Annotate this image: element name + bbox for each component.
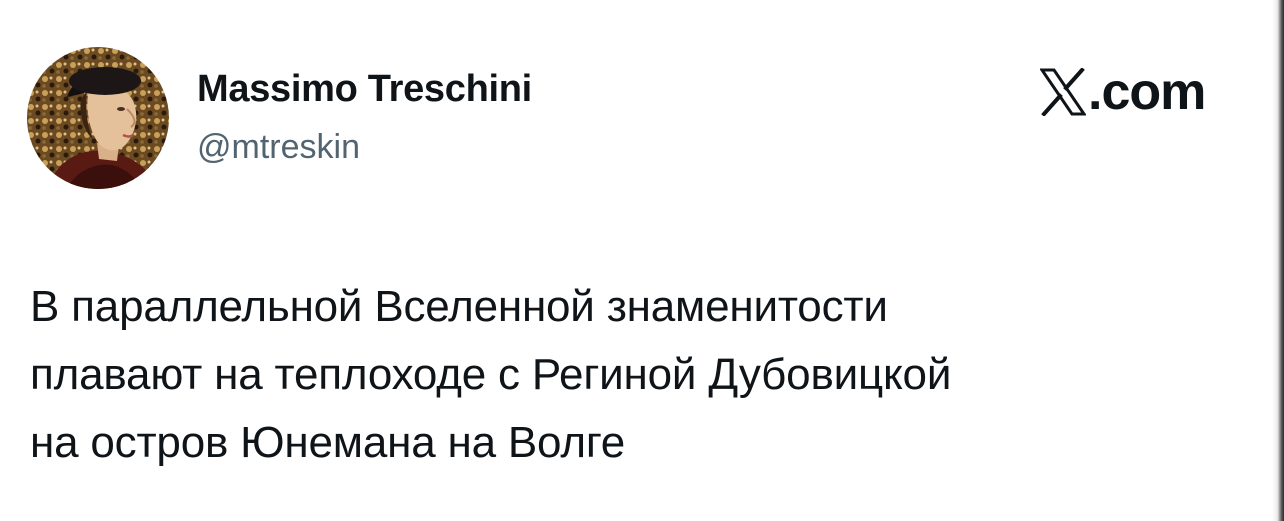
brand-link[interactable]: .com: [1040, 62, 1206, 122]
x-logo-icon: [1040, 68, 1086, 116]
author-name[interactable]: Massimo Treschini: [197, 68, 532, 111]
tweet-text: В параллельной Вселенной знаменитости пл…: [30, 273, 1240, 477]
author-handle[interactable]: @mtreskin: [197, 128, 360, 167]
tweet-text-line: плавают на теплоходе с Региной Дубовицко…: [30, 350, 952, 399]
tweet-text-line: В параллельной Вселенной знаменитости: [30, 282, 888, 331]
avatar[interactable]: [27, 47, 169, 189]
scrollbar-edge[interactable]: [1272, 0, 1284, 521]
tweet-text-line: на остров Юнемана на Волге: [30, 418, 625, 467]
brand-domain-suffix: .com: [1088, 63, 1206, 121]
tweet-card: Massimo Treschini @mtreskin .com В парал…: [0, 0, 1272, 521]
portrait-image: [27, 47, 169, 189]
